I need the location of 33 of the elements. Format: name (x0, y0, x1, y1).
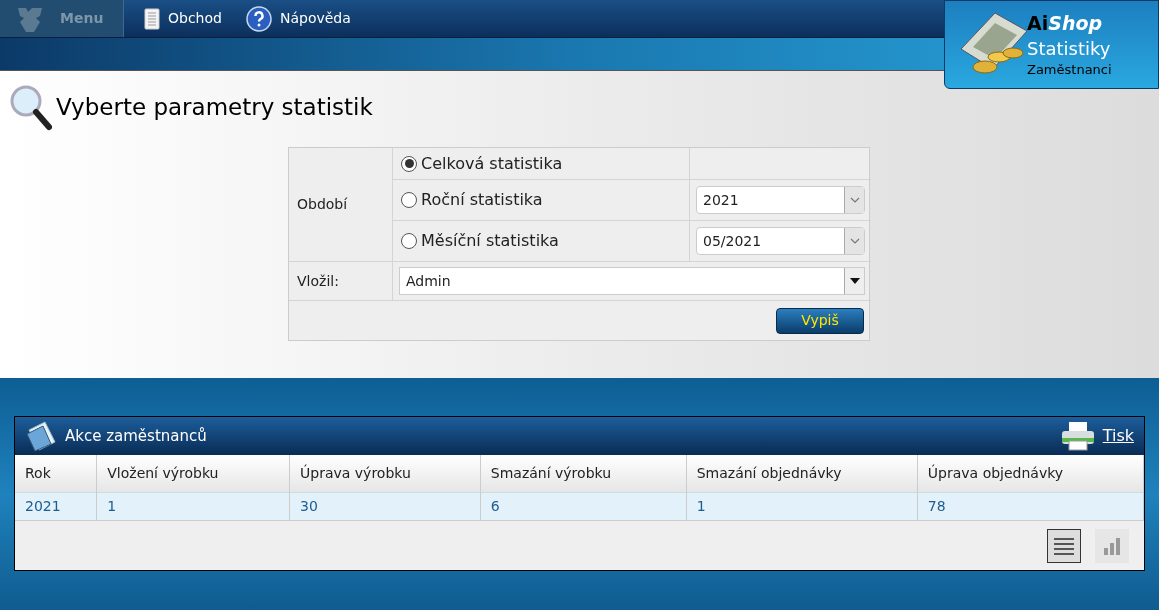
inserted-by-label: Vložil: (297, 271, 339, 291)
logo-title: Statistiky (1027, 37, 1111, 61)
logo-subtitle: Zaměstnanci (1027, 61, 1112, 80)
printer-icon (1060, 421, 1095, 451)
panel-title: Akce zaměstnanců (65, 425, 207, 447)
page-title: Vyberte parametry statistik (56, 92, 373, 122)
help-icon (245, 5, 272, 32)
select-field[interactable]: 2021 (696, 186, 865, 214)
radio-label[interactable]: Roční statistika (421, 188, 543, 212)
radio-button[interactable] (401, 155, 417, 172)
list-icon (1053, 535, 1075, 556)
select-field[interactable]: 05/2021 (696, 227, 865, 255)
bar-chart-icon (1102, 535, 1122, 556)
brand-logo: AiShop (1027, 11, 1104, 37)
radio-button[interactable] (401, 233, 417, 249)
list-view-button[interactable] (1047, 528, 1081, 563)
document-icon (144, 7, 160, 30)
table-cell: 2021 (15, 492, 97, 520)
menu-item[interactable]: Obchod (124, 0, 226, 37)
table-cell: 6 (480, 492, 687, 520)
table-cell: 1 (96, 492, 290, 520)
menu-item[interactable]: Nápověda (225, 0, 355, 37)
table-cell: 1 (686, 492, 918, 520)
magnifier-icon (8, 83, 52, 131)
print-link[interactable]: Tisk (1102, 424, 1134, 448)
radio-button[interactable] (401, 192, 417, 208)
table-cell: 30 (289, 492, 481, 520)
period-label: Období (297, 195, 348, 214)
submit-button[interactable]: Vypiš (776, 307, 864, 334)
radio-label[interactable]: Celková statistika (421, 151, 563, 176)
table-cell: 78 (917, 492, 1144, 520)
radio-label[interactable]: Měsíční statistika (421, 229, 559, 253)
select-field[interactable]: Admin (399, 267, 865, 295)
